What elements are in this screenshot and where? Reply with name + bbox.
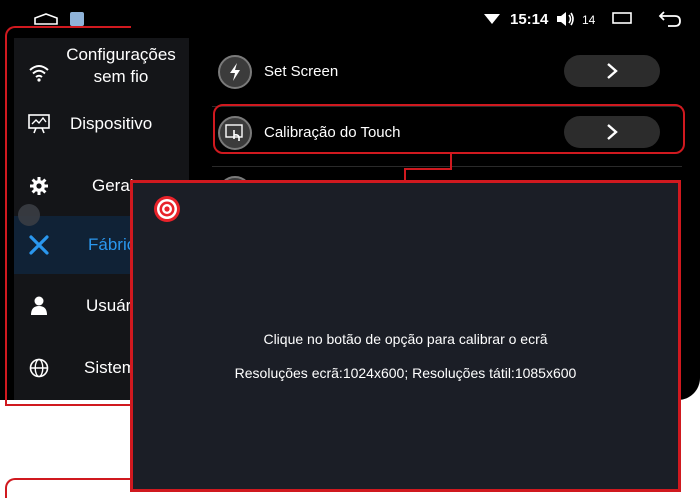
home-icon[interactable]: [34, 13, 58, 25]
highlight-sidebar-box: [5, 26, 131, 406]
clock: 15:14: [510, 11, 549, 28]
settings-app-icon[interactable]: [70, 12, 84, 26]
setting-row-label: Set Screen: [264, 63, 339, 80]
chevron-right-icon: [607, 63, 618, 79]
target-icon[interactable]: [153, 195, 181, 223]
highlight-bottom-box: [5, 478, 131, 498]
touch-calibration-dialog: Clique no botão de opção para calibrar o…: [130, 180, 681, 492]
calibration-instruction: Clique no botão de opção para calibrar o…: [263, 331, 548, 347]
resolution-info: Resoluções ecrã:1024x600; Resoluções tát…: [234, 365, 577, 381]
setting-row-set-screen[interactable]: Set Screen: [212, 46, 682, 96]
volume-icon[interactable]: [556, 11, 576, 27]
recent-apps-icon[interactable]: [612, 12, 632, 24]
volume-level: 14: [582, 13, 596, 27]
back-icon[interactable]: [658, 10, 682, 28]
highlight-touch-row-box: [213, 104, 685, 154]
chevron-right-button[interactable]: [564, 55, 660, 87]
lightning-icon: [218, 55, 252, 89]
wifi-signal-icon: [484, 14, 500, 24]
